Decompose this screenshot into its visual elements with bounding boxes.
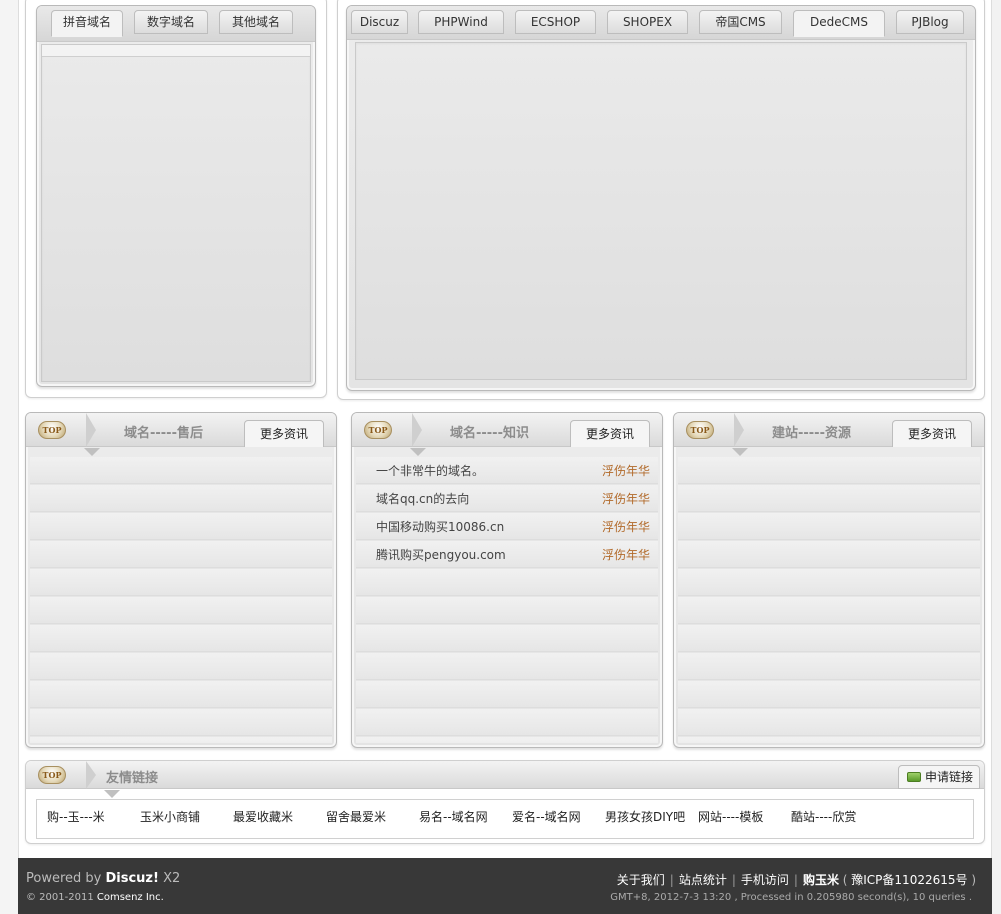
friend-links-header: TOP 友情链接 申请链接: [26, 761, 984, 789]
icp-close-paren: ): [967, 873, 976, 887]
main-panel: 拼音域名 数字域名 其他域名 Discuz PHPWind ECSHOP SHO…: [18, 0, 992, 858]
discuz-version: X2: [158, 871, 181, 886]
cms-box: Discuz PHPWind ECSHOP SHOPEX 帝国CMS DedeC…: [337, 0, 985, 400]
friend-link[interactable]: 男孩女孩DIY吧: [605, 808, 685, 825]
top-badge-icon: TOP: [38, 766, 66, 784]
list-item: 域名qq.cn的去向 浮伤年华: [376, 489, 650, 509]
news-list-empty: [30, 457, 332, 743]
news-header: TOP 域名-----售后 更多资讯: [26, 413, 336, 447]
header-chevron-icon: [412, 413, 422, 447]
powered-by-label: Powered by: [26, 871, 106, 886]
friend-links-title: 友情链接: [106, 771, 159, 786]
domain-tabbar: 拼音域名 数字域名 其他域名: [37, 6, 315, 42]
news-title: 域名-----售后: [124, 426, 203, 441]
friend-link[interactable]: 网站----模板: [698, 808, 763, 825]
list-item: 一个非常牛的域名。 浮伤年华: [376, 461, 650, 481]
friend-link[interactable]: 玉米小商铺: [140, 808, 200, 825]
tab-other-domain[interactable]: 其他域名: [219, 10, 293, 34]
footer-link-mobile[interactable]: 手机访问: [741, 873, 789, 887]
apply-link-button[interactable]: 申请链接: [898, 765, 980, 789]
list-item: 中国移动购买10086.cn 浮伤年华: [376, 517, 650, 537]
top-badge-icon: TOP: [686, 421, 714, 439]
pointer-down-icon: [732, 448, 748, 456]
tab-phpwind[interactable]: PHPWind: [418, 10, 504, 34]
comsenz-link[interactable]: Comsenz Inc.: [97, 892, 164, 903]
domain-content-header-strip: [42, 45, 310, 57]
page-background-left: [0, 0, 18, 914]
cms-tabbar: Discuz PHPWind ECSHOP SHOPEX 帝国CMS DedeC…: [347, 6, 975, 40]
friend-link[interactable]: 留舍最爱米: [326, 808, 386, 825]
more-news-button[interactable]: 更多资讯: [570, 420, 650, 447]
copyright: © 2001-2011 Comsenz Inc.: [26, 892, 164, 903]
news-item-author[interactable]: 浮伤年华: [602, 461, 650, 481]
news-panel-aftersale: TOP 域名-----售后 更多资讯: [25, 412, 337, 748]
news-box-aftersale: TOP 域名-----售后 更多资讯: [25, 412, 337, 748]
copyright-years: © 2001-2011: [26, 892, 97, 903]
footer-link-about[interactable]: 关于我们: [617, 873, 665, 887]
footer: Powered by Discuz! X2 © 2001-2011 Comsen…: [18, 858, 992, 914]
friend-links-row: 购--玉---米 玉米小商铺 最爱收藏米 留舍最爱米 易名--域名网 爱名--域…: [47, 808, 967, 828]
tab-discuz[interactable]: Discuz: [351, 10, 408, 34]
friend-link[interactable]: 易名--域名网: [419, 808, 488, 825]
top-badge-icon: TOP: [38, 421, 66, 439]
news-title: 建站-----资源: [772, 426, 851, 441]
domain-box: 拼音域名 数字域名 其他域名: [25, 0, 327, 398]
pointer-down-icon: [84, 448, 100, 456]
footer-link-stats[interactable]: 站点统计: [679, 873, 727, 887]
list-item: 腾讯购买pengyou.com 浮伤年华: [376, 545, 650, 565]
header-chevron-icon: [734, 413, 744, 447]
friend-links-box: TOP 友情链接 申请链接 购--玉---米 玉米小商铺 最爱收藏米 留舍最爱米…: [25, 760, 985, 844]
apply-link-label: 申请链接: [924, 770, 973, 784]
news-item-author[interactable]: 浮伤年华: [602, 489, 650, 509]
more-news-button[interactable]: 更多资讯: [892, 420, 972, 447]
news-panel-knowledge: TOP 域名-----知识 更多资讯 一个非常牛的域名。 浮伤年华 域名qq.c…: [351, 412, 663, 748]
news-item-author[interactable]: 浮伤年华: [602, 517, 650, 537]
domain-tab-content: [41, 44, 311, 382]
news-box-resources: TOP 建站-----资源 更多资讯: [673, 412, 985, 748]
separator: |: [731, 873, 736, 887]
cms-tab-panel: Discuz PHPWind ECSHOP SHOPEX 帝国CMS DedeC…: [346, 5, 976, 391]
top-badge-icon: TOP: [364, 421, 392, 439]
header-chevron-icon: [86, 761, 96, 789]
friend-link[interactable]: 酷站----欣赏: [791, 808, 856, 825]
more-news-button[interactable]: 更多资讯: [244, 420, 324, 447]
powered-by: Powered by Discuz! X2: [26, 871, 180, 886]
tab-shopex[interactable]: SHOPEX: [607, 10, 688, 34]
footer-nav: 关于我们 | 站点统计 | 手机访问 | 购玉米 ( 豫ICP备11022615号 ): [617, 871, 976, 888]
pointer-down-icon: [104, 790, 120, 798]
news-item-title[interactable]: 一个非常牛的域名。: [376, 461, 484, 481]
friend-link[interactable]: 购--玉---米: [47, 808, 105, 825]
news-item-title[interactable]: 中国移动购买10086.cn: [376, 517, 504, 537]
tab-number-domain[interactable]: 数字域名: [134, 10, 208, 34]
news-panel-resources: TOP 建站-----资源 更多资讯: [673, 412, 985, 748]
news-list-empty: [678, 457, 980, 743]
news-header: TOP 建站-----资源 更多资讯: [674, 413, 984, 447]
news-item-title[interactable]: 域名qq.cn的去向: [376, 489, 469, 509]
tab-ecshop[interactable]: ECSHOP: [515, 10, 596, 34]
cms-tab-content: [355, 42, 967, 380]
footer-stats: GMT+8, 2012-7-3 13:20 , Processed in 0.2…: [610, 892, 972, 903]
icp-open-paren: (: [838, 873, 852, 887]
footer-link-site[interactable]: 购玉米: [803, 873, 839, 887]
link-icon: [907, 772, 921, 782]
news-item-title[interactable]: 腾讯购买pengyou.com: [376, 545, 506, 565]
separator: |: [793, 873, 798, 887]
tab-pjblog[interactable]: PJBlog: [896, 10, 964, 34]
friend-links-list: 购--玉---米 玉米小商铺 最爱收藏米 留舍最爱米 易名--域名网 爱名--域…: [36, 799, 974, 839]
pointer-down-icon: [410, 448, 426, 456]
news-item-author[interactable]: 浮伤年华: [602, 545, 650, 565]
friend-link[interactable]: 最爱收藏米: [233, 808, 293, 825]
domain-tab-panel: 拼音域名 数字域名 其他域名: [36, 5, 316, 387]
tab-pinyin-domain[interactable]: 拼音域名: [51, 10, 123, 37]
header-chevron-icon: [86, 413, 96, 447]
separator: |: [669, 873, 674, 887]
news-header: TOP 域名-----知识 更多资讯: [352, 413, 662, 447]
tab-diguo-cms[interactable]: 帝国CMS: [699, 10, 782, 34]
icp-link[interactable]: 豫ICP备11022615号: [851, 873, 967, 887]
tab-dedecms[interactable]: DedeCMS: [793, 10, 885, 37]
news-title: 域名-----知识: [450, 426, 529, 441]
news-box-knowledge: TOP 域名-----知识 更多资讯 一个非常牛的域名。 浮伤年华 域名qq.c…: [351, 412, 663, 748]
friend-link[interactable]: 爱名--域名网: [512, 808, 581, 825]
discuz-link[interactable]: Discuz!: [105, 871, 158, 886]
